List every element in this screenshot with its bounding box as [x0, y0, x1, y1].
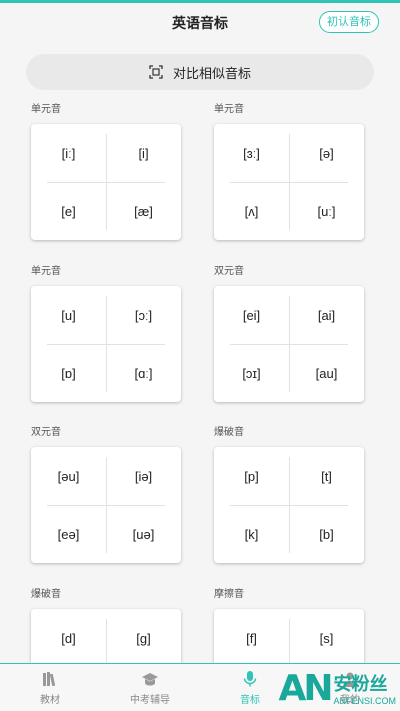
tab-label: 音标	[240, 695, 260, 706]
scan-icon	[149, 65, 163, 79]
phonetic-symbol[interactable]: [ei]	[214, 286, 289, 344]
tab-exam-tutoring[interactable]: 中考辅导	[100, 664, 200, 711]
phonetic-symbol[interactable]: [ɒ]	[31, 344, 106, 402]
phonetic-card: [əu] [iə] [eə] [uə]	[31, 447, 181, 563]
phonetic-symbol[interactable]: [ɔɪ]	[214, 344, 289, 402]
phonetic-card: [p] [t] [k] [b]	[214, 447, 364, 563]
phonetic-card: [ei] [ai] [ɔɪ] [au]	[214, 286, 364, 402]
group-label: 单元音	[214, 104, 244, 115]
phonetic-symbol[interactable]: [g]	[106, 609, 181, 667]
group-label: 单元音	[31, 104, 61, 115]
phonetic-symbol[interactable]: [ɑː]	[106, 344, 181, 402]
phonetic-symbol[interactable]: [p]	[214, 447, 289, 505]
group-label: 双元音	[31, 427, 61, 438]
phonetic-group: 双元音 [əu] [iə] [eə] [uə]	[31, 423, 191, 563]
phonetic-card: [u] [ɔː] [ɒ] [ɑː]	[31, 286, 181, 402]
phonetic-symbol[interactable]: [i]	[106, 124, 181, 182]
phonetic-symbol[interactable]: [ʌ]	[214, 182, 289, 240]
phonetic-symbol[interactable]: [d]	[31, 609, 106, 667]
phonetic-symbol[interactable]: [əu]	[31, 447, 106, 505]
phonetic-symbol[interactable]: [uː]	[289, 182, 364, 240]
books-icon	[43, 672, 56, 687]
compare-similar-label: 对比相似音标	[172, 65, 251, 81]
app-header: 英语音标 初认音标	[0, 3, 400, 43]
phonetic-symbol[interactable]: [iə]	[106, 447, 181, 505]
watermark-logo: AN	[278, 667, 333, 709]
phonetic-group: 单元音 [u] [ɔː] [ɒ] [ɑː]	[31, 262, 191, 402]
phonetic-symbol[interactable]: [iː]	[31, 124, 106, 182]
tab-label: 中考辅导	[130, 695, 170, 706]
phonetic-symbol[interactable]: [s]	[289, 609, 364, 667]
phonetic-symbol[interactable]: [b]	[289, 505, 364, 563]
watermark: AN 安粉丝 ANFENSI.COM	[278, 666, 396, 710]
phonetic-group: 爆破音 [p] [t] [k] [b]	[214, 423, 374, 563]
group-label: 摩擦音	[214, 589, 244, 600]
group-label: 单元音	[31, 266, 61, 277]
intro-phonetics-button[interactable]: 初认音标	[319, 11, 379, 33]
phonetic-symbol[interactable]: [au]	[289, 344, 364, 402]
phonetic-symbol[interactable]: [k]	[214, 505, 289, 563]
group-label: 爆破音	[214, 427, 244, 438]
phonetic-group: 单元音 [iː] [i] [e] [æ]	[31, 100, 191, 240]
page-title: 英语音标	[172, 15, 228, 31]
tab-label: 教材	[40, 695, 60, 706]
phonetic-symbol[interactable]: [ɔː]	[106, 286, 181, 344]
phonetic-symbol[interactable]: [ai]	[289, 286, 364, 344]
phonetic-symbol[interactable]: [e]	[31, 182, 106, 240]
phonetic-symbol[interactable]: [f]	[214, 609, 289, 667]
compare-similar-button[interactable]: 对比相似音标	[26, 54, 374, 90]
phonetic-group: 单元音 [ɜː] [ə] [ʌ] [uː]	[214, 100, 374, 240]
microphone-icon	[243, 671, 257, 687]
phonetic-symbol[interactable]: [uə]	[106, 505, 181, 563]
phonetic-symbol[interactable]: [ɜː]	[214, 124, 289, 182]
phonetic-card: [ɜː] [ə] [ʌ] [uː]	[214, 124, 364, 240]
phonetic-card: [iː] [i] [e] [æ]	[31, 124, 181, 240]
phonetic-symbol[interactable]: [æ]	[106, 182, 181, 240]
tab-textbook[interactable]: 教材	[0, 664, 100, 711]
phonetic-symbol[interactable]: [t]	[289, 447, 364, 505]
watermark-cn: 安粉丝	[333, 674, 388, 694]
phonetic-symbol[interactable]: [ə]	[289, 124, 364, 182]
graduation-cap-icon	[142, 673, 158, 686]
phonetic-symbol[interactable]: [eə]	[31, 505, 106, 563]
phonetic-group: 双元音 [ei] [ai] [ɔɪ] [au]	[214, 262, 374, 402]
group-label: 爆破音	[31, 589, 61, 600]
watermark-en: ANFENSI.COM	[333, 696, 396, 706]
phonetic-symbol[interactable]: [u]	[31, 286, 106, 344]
group-label: 双元音	[214, 266, 244, 277]
